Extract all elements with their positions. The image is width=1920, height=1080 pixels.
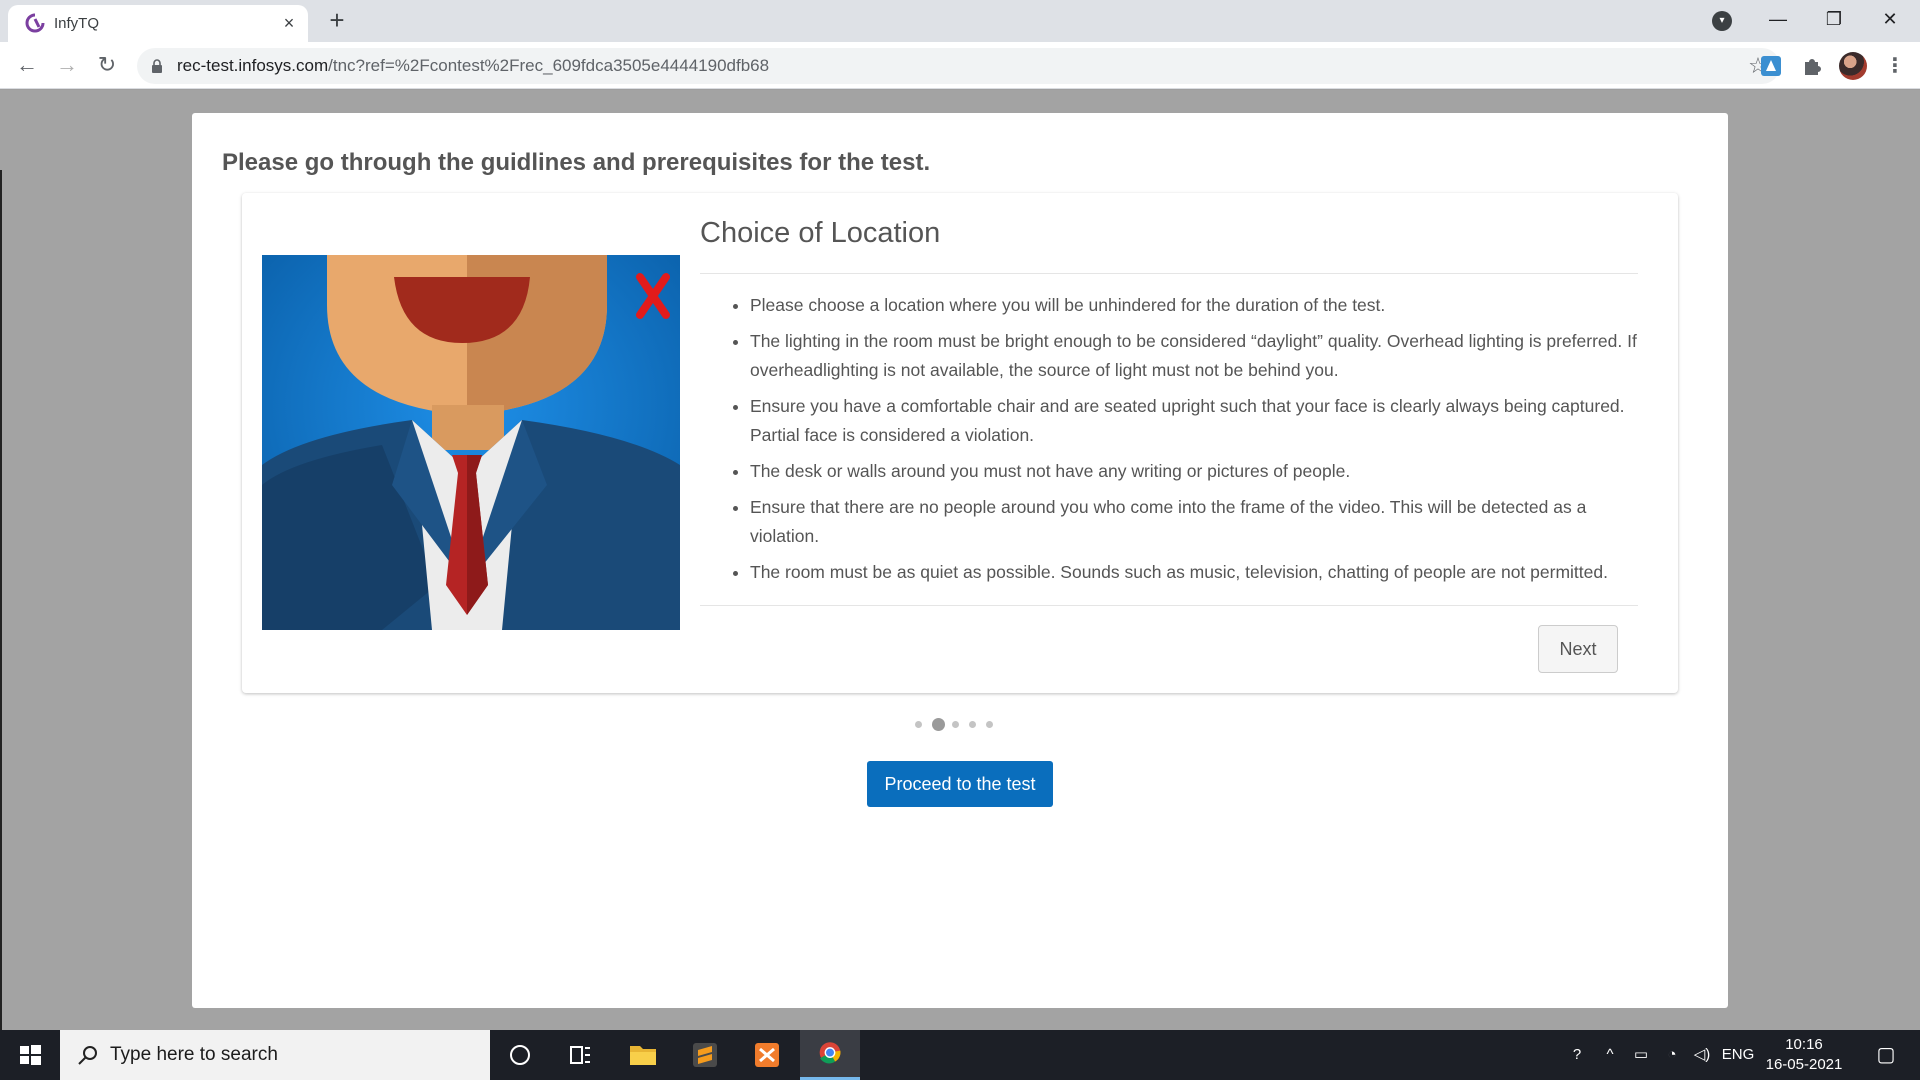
- rule-item: The room must be as quiet as possible. S…: [750, 558, 1640, 587]
- file-explorer-icon[interactable]: [613, 1030, 673, 1080]
- location-illustration: [262, 255, 680, 630]
- carousel-indicators: [915, 717, 1005, 731]
- infytq-favicon-icon: [25, 13, 45, 33]
- carousel-dot[interactable]: [969, 721, 976, 728]
- show-hidden-icons-icon[interactable]: ^: [1598, 1030, 1622, 1080]
- url-host: rec-test.infosys.com: [177, 56, 329, 75]
- browser-tab-strip: InfyTQ × + ▾ — ❐ ✕: [0, 0, 1920, 42]
- browser-tab[interactable]: InfyTQ ×: [8, 5, 308, 42]
- rule-item: The desk or walls around you must not ha…: [750, 457, 1640, 486]
- windows-start-icon[interactable]: [0, 1030, 60, 1080]
- guideline-card: Choice of Location Please choose a locat…: [242, 193, 1678, 693]
- url-text: rec-test.infosys.com/tnc?ref=%2Fcontest%…: [177, 48, 769, 84]
- backdrop-edge: [0, 170, 2, 1030]
- carousel-dot[interactable]: [986, 721, 993, 728]
- rules-list: Please choose a location where you will …: [750, 291, 1640, 594]
- carousel-dot[interactable]: [932, 718, 945, 731]
- sublime-text-icon[interactable]: [675, 1030, 735, 1080]
- restore-icon[interactable]: ❐: [1806, 0, 1862, 40]
- new-tab-icon[interactable]: +: [325, 7, 349, 33]
- help-icon[interactable]: ?: [1562, 1030, 1592, 1080]
- task-view-icon[interactable]: [550, 1030, 610, 1080]
- profile-avatar[interactable]: [1839, 52, 1867, 80]
- search-icon: [78, 1046, 97, 1065]
- carousel-dot[interactable]: [952, 721, 959, 728]
- address-bar[interactable]: rec-test.infosys.com/tnc?ref=%2Fcontest%…: [137, 48, 1780, 84]
- browser-toolbar: ← → ↻ rec-test.infosys.com/tnc?ref=%2Fco…: [0, 42, 1920, 89]
- battery-icon[interactable]: ▭: [1626, 1030, 1656, 1080]
- page-title: Please go through the guidlines and prer…: [222, 149, 931, 176]
- taskbar-clock[interactable]: 10:16 16-05-2021: [1756, 1035, 1852, 1075]
- back-icon[interactable]: ←: [12, 50, 42, 80]
- lock-icon: [152, 59, 162, 73]
- footer-divider: [700, 605, 1638, 606]
- browser-menu-icon[interactable]: ⋮: [1885, 52, 1905, 80]
- rule-item: Ensure that there are no people around y…: [750, 493, 1640, 551]
- extensions-puzzle-icon[interactable]: [1799, 53, 1825, 79]
- xampp-icon[interactable]: [737, 1030, 797, 1080]
- clock-date: 16-05-2021: [1765, 1056, 1843, 1073]
- wifi-icon[interactable]: ◔: [1658, 1030, 1686, 1080]
- tab-title: InfyTQ: [54, 15, 100, 32]
- language-indicator[interactable]: ENG: [1718, 1030, 1758, 1080]
- close-tab-icon[interactable]: ×: [280, 14, 298, 32]
- notifications-icon[interactable]: ▢: [1866, 1030, 1906, 1080]
- rule-item: The lighting in the room must be bright …: [750, 327, 1640, 385]
- window-close-icon[interactable]: ✕: [1862, 0, 1918, 40]
- guidelines-modal: Please go through the guidlines and prer…: [192, 113, 1728, 1008]
- volume-icon[interactable]: ◁): [1688, 1030, 1716, 1080]
- heading-divider: [700, 273, 1638, 274]
- reload-icon[interactable]: ↻: [92, 50, 122, 80]
- card-heading: Choice of Location: [700, 217, 941, 249]
- taskbar-search-box[interactable]: Type here to search: [60, 1030, 490, 1080]
- carousel-dot[interactable]: [915, 721, 922, 728]
- cortana-icon[interactable]: [490, 1030, 550, 1080]
- proceed-to-test-button[interactable]: Proceed to the test: [867, 761, 1053, 807]
- forward-icon[interactable]: →: [52, 50, 82, 80]
- url-path: /tnc?ref=%2Fcontest%2Frec_609fdca3505e44…: [328, 56, 770, 75]
- chrome-taskbar-icon[interactable]: [800, 1030, 860, 1080]
- search-placeholder: Type here to search: [110, 1044, 278, 1065]
- next-button[interactable]: Next: [1538, 625, 1618, 673]
- minimize-icon[interactable]: —: [1750, 0, 1806, 40]
- rule-item: Ensure you have a comfortable chair and …: [750, 392, 1640, 450]
- rule-item: Please choose a location where you will …: [750, 291, 1640, 320]
- windows-taskbar: Type here to search ? ^ ▭ ◔ ◁) ENG 10:16…: [0, 1030, 1920, 1080]
- extension-drive-icon[interactable]: [1758, 53, 1784, 79]
- clock-time: 10:16: [1785, 1036, 1823, 1053]
- tab-search-icon[interactable]: ▾: [1712, 11, 1732, 31]
